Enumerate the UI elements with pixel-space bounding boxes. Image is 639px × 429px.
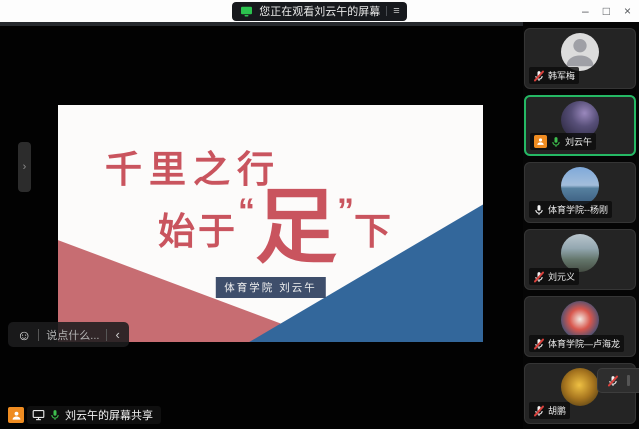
avatar [561,368,599,406]
mic-muted-icon [533,405,545,417]
monitor-icon [32,409,45,421]
close-button[interactable]: × [624,0,631,22]
avatar [561,167,599,205]
notification-text: 您正在观看刘云午的屏幕 [259,3,380,19]
divider [106,329,107,341]
chat-input-placeholder[interactable]: 说点什么... [46,327,99,343]
screen-view-notification[interactable]: 您正在观看刘云午的屏幕 ≡ [232,2,406,21]
emoji-icon[interactable]: ☺ [17,327,31,343]
participant-name-badge: 胡鹏 [529,402,570,419]
close-quote: ” [337,192,354,231]
expand-panel-handle[interactable]: › [18,142,31,192]
host-badge-icon [534,135,547,148]
mic-speaking-icon [550,136,562,148]
chevron-left-icon[interactable]: ‹ [114,327,119,342]
participant-tile[interactable]: 体育学院--杨刚 [524,162,636,223]
share-status-label: 刘云午的屏幕共享 [65,407,153,423]
meeting-content: 千里之行 始于 “ 足 ” 下 体育学院 刘云午 › ☺ 说点什么... ‹ [0,22,639,429]
share-status-pill: 刘云午的屏幕共享 [27,406,161,424]
participant-tile[interactable]: 体育学院—卢海龙 [524,296,636,357]
window-controls: – □ × [582,0,631,22]
mic-muted-icon [533,271,545,283]
participant-tiles: 韩军梅 刘云午 [524,28,636,424]
line2-prefix: 始于 [158,201,238,255]
avatar [561,33,599,71]
line2-suffix: 下 [354,201,394,255]
clipped-icon-edge [627,375,630,386]
participant-name-badge: 体育学院—卢海龙 [529,335,624,352]
screen-share-icon [240,6,253,17]
participant-name: 体育学院—卢海龙 [548,337,620,350]
participants-sidebar: 韩军梅 刘云午 [523,22,639,429]
participant-name-badge: 刘云午 [530,133,596,150]
mic-muted-icon [533,70,545,82]
line2-big-char: 足 [255,189,337,267]
mic-control-popup[interactable] [597,368,639,393]
participant-name-badge: 韩军梅 [529,67,579,84]
mic-muted-icon [533,338,545,350]
slide-author-badge: 体育学院 刘云午 [215,277,325,298]
meeting-window: 您正在观看刘云午的屏幕 ≡ – □ × 千里之行 始于 “ 足 ” 下 [0,0,639,429]
minimize-button[interactable]: – [582,0,589,22]
avatar [561,301,599,339]
mic-on-icon [533,204,545,216]
screen-share-status-bar: 刘云午的屏幕共享 [8,406,161,424]
layout-switch-icon[interactable]: ≡ [393,5,398,17]
title-bar: 您正在观看刘云午的屏幕 ≡ – □ × [0,0,639,22]
divider [38,329,39,341]
open-quote: “ [238,192,255,231]
divider [386,6,387,16]
participant-name: 胡鹏 [548,404,566,417]
participant-tile[interactable]: 刘元义 [524,229,636,290]
participant-name: 韩军梅 [548,69,575,82]
participant-tile[interactable]: 韩军梅 [524,28,636,89]
participant-name: 体育学院--杨刚 [548,203,608,216]
participant-tile-active-speaker[interactable]: 刘云午 [524,95,636,156]
participant-name: 刘云午 [565,135,592,148]
participant-name-badge: 体育学院--杨刚 [529,201,612,218]
avatar [561,234,599,272]
participant-name: 刘元义 [548,270,575,283]
slide-title-line2: 始于 “ 足 ” 下 [158,189,394,267]
mic-muted-icon[interactable] [607,375,619,387]
chat-quick-input[interactable]: ☺ 说点什么... ‹ [8,322,129,347]
chevron-right-icon: › [23,161,27,173]
participant-name-badge: 刘元义 [529,268,579,285]
mic-on-icon [49,409,61,421]
presentation-slide: 千里之行 始于 “ 足 ” 下 体育学院 刘云午 [58,105,483,342]
maximize-button[interactable]: □ [603,0,610,22]
shared-screen-stage: 千里之行 始于 “ 足 ” 下 体育学院 刘云午 › ☺ 说点什么... ‹ [0,22,523,429]
host-badge-icon [8,407,24,423]
